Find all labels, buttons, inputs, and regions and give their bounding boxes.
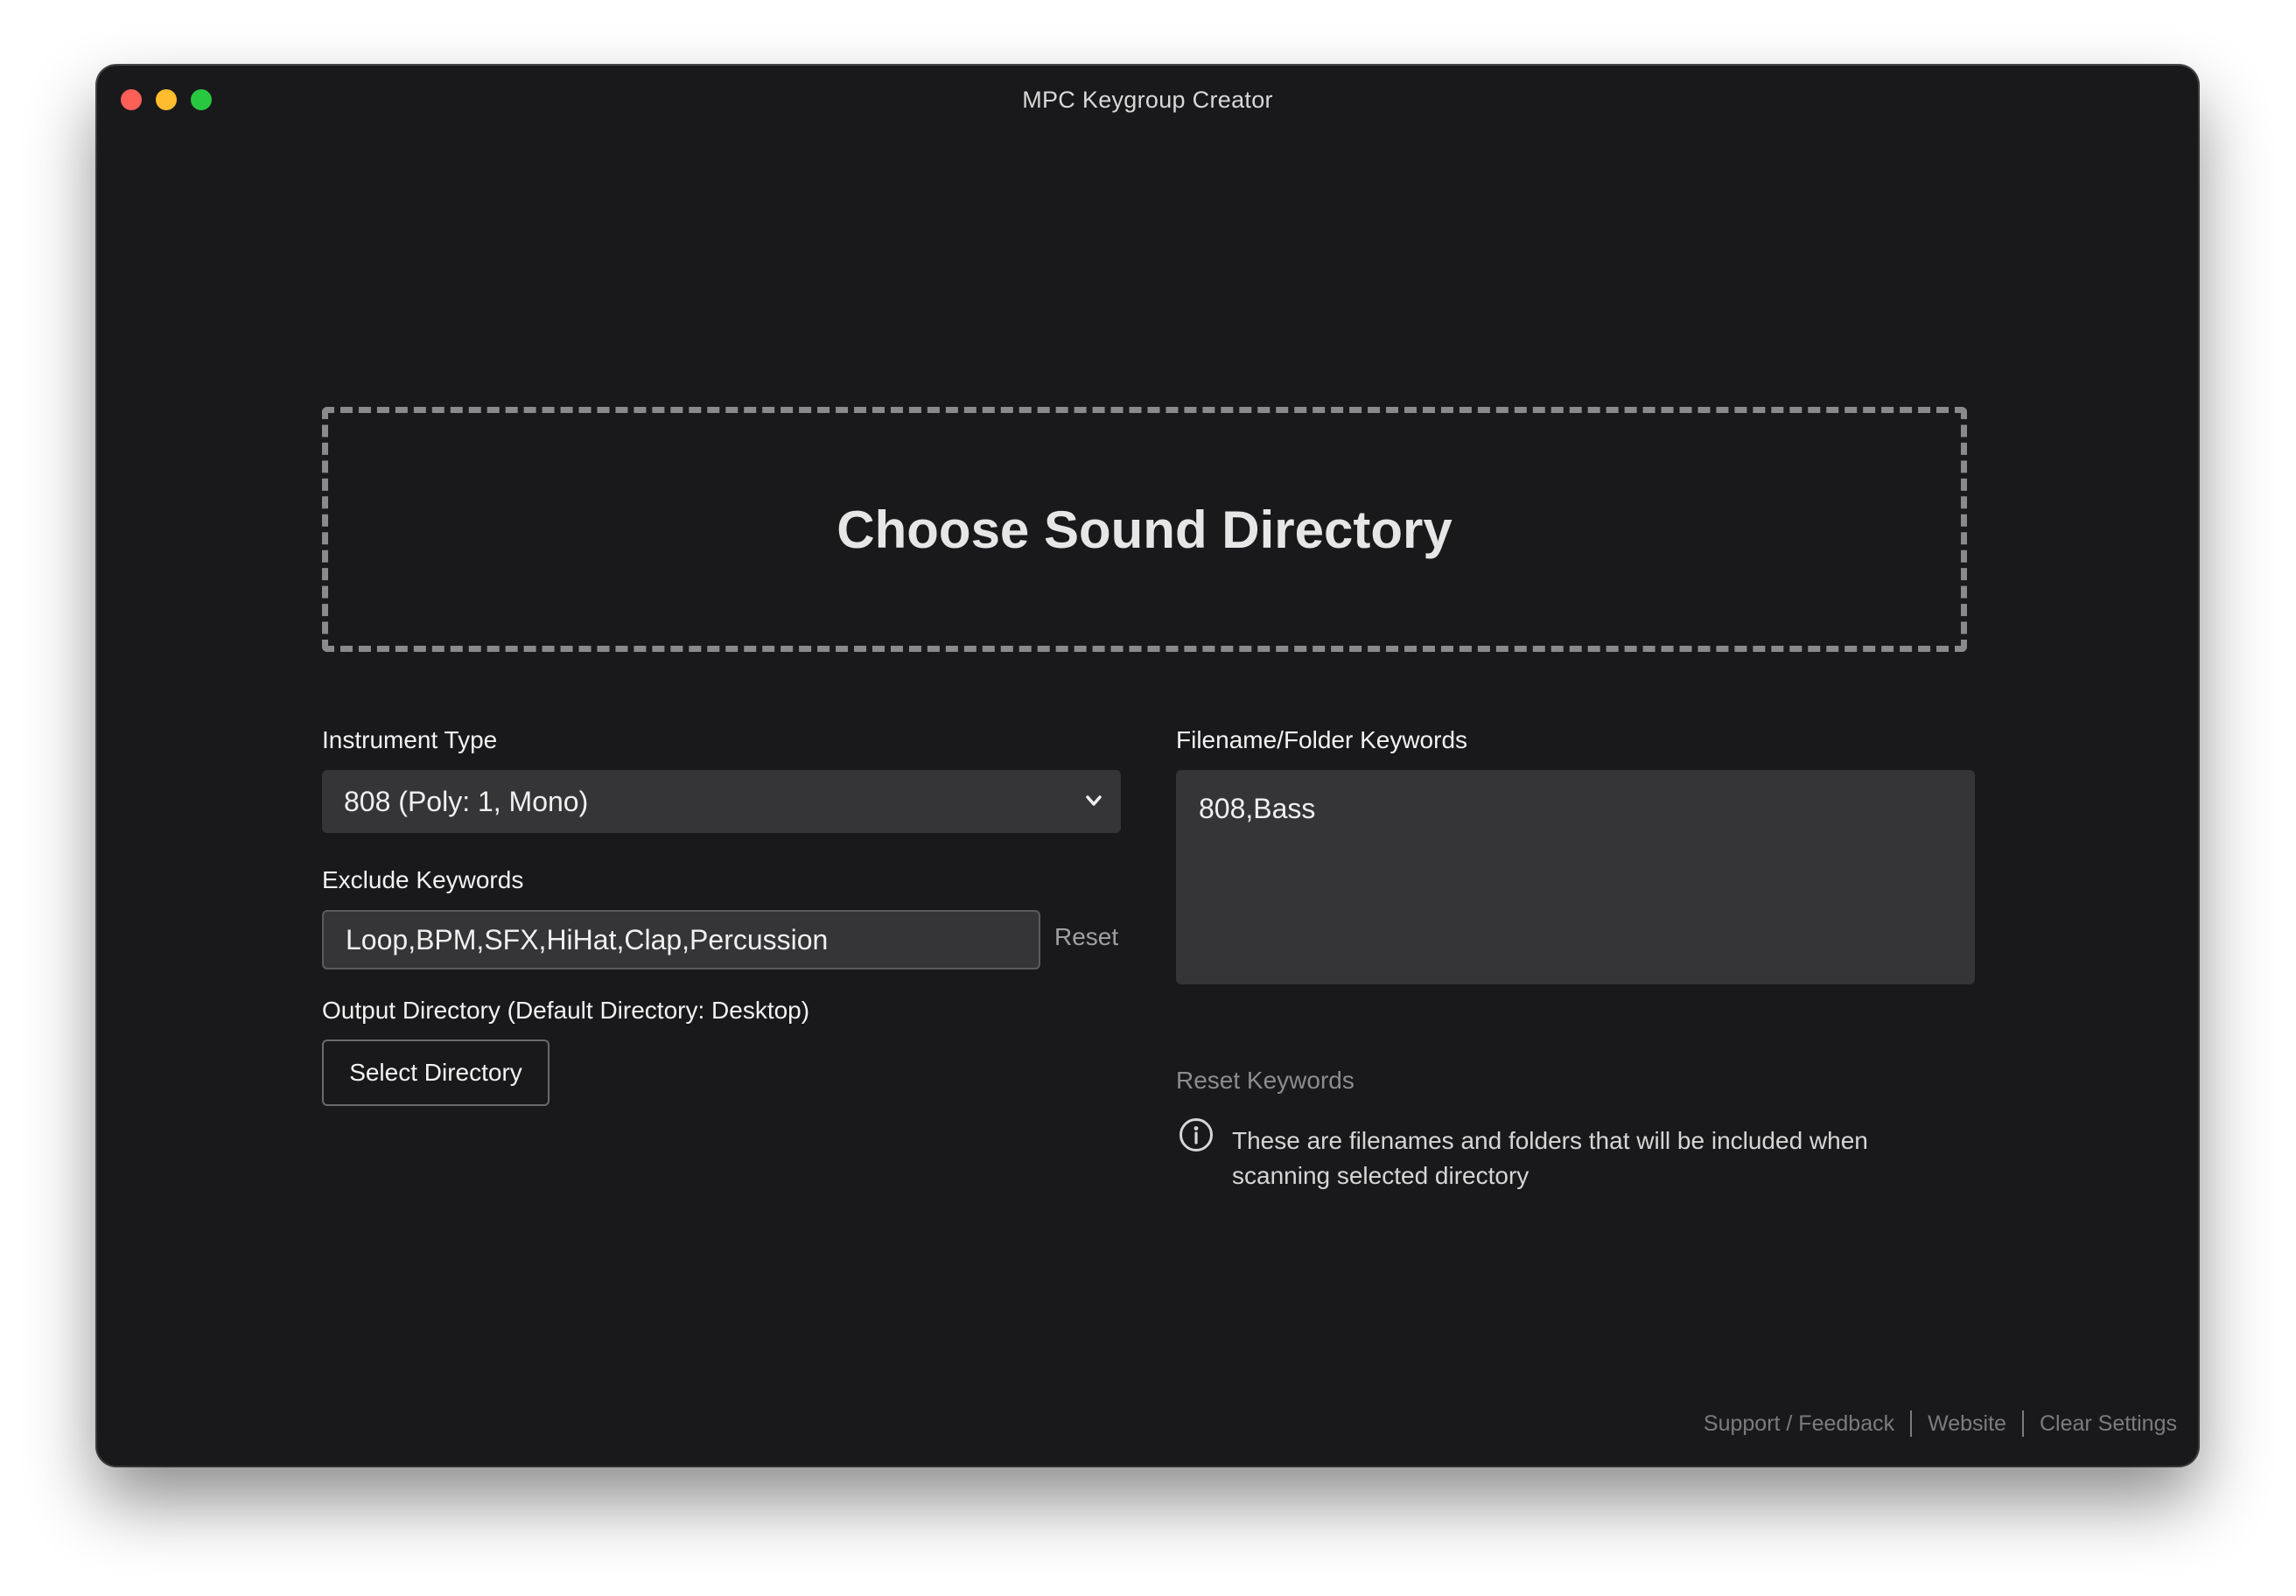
info-icon [1180,1118,1213,1152]
dropzone-label: Choose Sound Directory [836,500,1452,559]
keywords-info-text: These are filenames and folders that wil… [1232,1127,1868,1189]
filename-folder-keywords-label: Filename/Folder Keywords [1176,726,1468,753]
title-bar[interactable]: MPC Keygroup Creator [97,66,2198,137]
website-link[interactable]: Website [1928,1411,2006,1437]
clear-settings-link[interactable]: Clear Settings [2040,1411,2177,1437]
reset-keywords-link[interactable]: Reset Keywords [1176,1067,1354,1095]
instrument-type-select[interactable]: 808 (Poly: 1, Mono) [322,770,1121,833]
reset-exclude-keywords-link[interactable]: Reset [1054,923,1118,951]
instrument-type-label: Instrument Type [322,726,498,753]
output-directory-label: Output Directory (Default Directory: Des… [322,997,810,1024]
select-directory-button[interactable]: Select Directory [322,1040,550,1106]
filename-folder-keywords-value: 808,Bass [1199,793,1316,824]
exclude-keywords-value: Loop,BPM,SFX,HiHat,Clap,Percussion [346,923,829,956]
exclude-keywords-label: Exclude Keywords [322,866,524,893]
filename-folder-keywords-textarea[interactable]: 808,Bass [1176,770,1975,984]
footer-divider [2021,1410,2024,1437]
window-title: MPC Keygroup Creator [1022,87,1273,113]
exclude-keywords-input[interactable]: Loop,BPM,SFX,HiHat,Clap,Percussion [322,910,1040,970]
support-feedback-link[interactable]: Support / Feedback [1704,1411,1894,1437]
footer-divider [1910,1410,1913,1437]
instrument-type-value: 808 (Poly: 1, Mono) [344,785,589,817]
app-window: MPC Keygroup Creator Choose Sound Direct… [97,66,2198,1466]
chevron-down-icon [1086,795,1102,806]
choose-sound-directory-dropzone[interactable]: Choose Sound Directory [322,407,1967,652]
select-directory-button-label: Select Directory [349,1059,522,1086]
footer-links: Support / Feedback Website Clear Setting… [1704,1410,2177,1437]
